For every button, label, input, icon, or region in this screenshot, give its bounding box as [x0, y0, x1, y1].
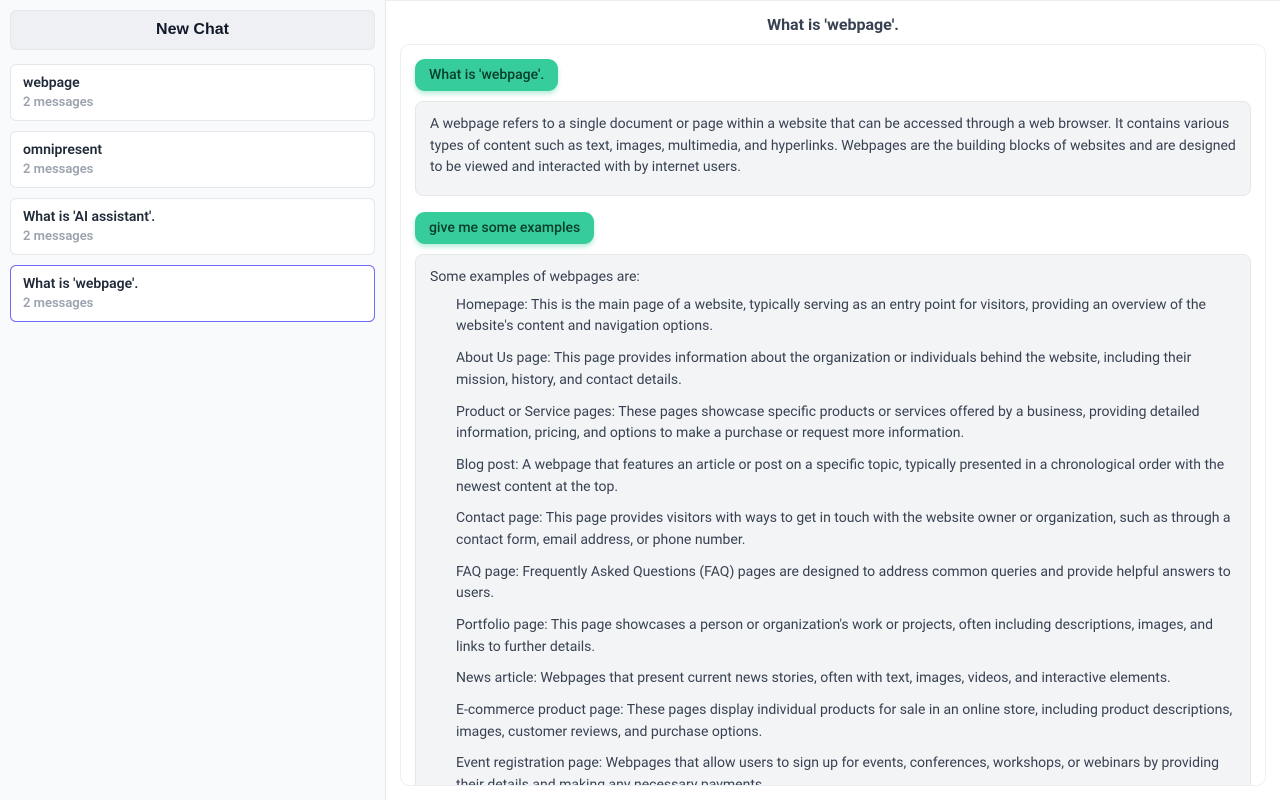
assistant-example-item: Blog post: A webpage that features an ar… — [456, 455, 1236, 498]
assistant-example-item: Product or Service pages: These pages sh… — [456, 402, 1236, 445]
assistant-example-item: News article: Webpages that present curr… — [456, 668, 1236, 690]
chat-list: webpage2 messagesomnipresent2 messagesWh… — [10, 64, 375, 322]
chat-item[interactable]: webpage 2 messages — [10, 64, 375, 121]
chat-item[interactable]: What is 'webpage'. 2 messages — [10, 265, 375, 322]
assistant-examples-list: Homepage: This is the main page of a web… — [430, 295, 1236, 786]
assistant-text-intro: Some examples of webpages are: — [430, 267, 1236, 289]
sidebar: New Chat webpage 2 messages omnipresent 2 m… — [0, 0, 386, 800]
assistant-example-item: E-commerce product page: These pages dis… — [456, 700, 1236, 743]
page-title: What is 'webpage'. — [386, 1, 1280, 44]
chat-item-sub: 2 messages — [23, 229, 362, 244]
chat-item-title: What is 'AI assistant'. — [23, 209, 362, 225]
assistant-message: A webpage refers to a single document or… — [415, 101, 1251, 196]
assistant-example-item: Event registration page: Webpages that a… — [456, 753, 1236, 786]
chat-item[interactable]: What is 'AI assistant'. 2 messages — [10, 198, 375, 255]
new-chat-button[interactable]: New Chat — [10, 10, 375, 50]
assistant-example-item: FAQ page: Frequently Asked Questions (FA… — [456, 562, 1236, 605]
assistant-text: A webpage refers to a single document or… — [430, 114, 1236, 179]
chat-item-sub: 2 messages — [23, 162, 362, 177]
chat-item-sub: 2 messages — [23, 95, 362, 110]
user-message: What is 'webpage'. — [415, 59, 558, 91]
chat-item-title: webpage — [23, 75, 362, 91]
assistant-example-item: Portfolio page: This page showcases a pe… — [456, 615, 1236, 658]
main-panel: What is 'webpage'. What is 'webpage'. A … — [386, 0, 1280, 800]
assistant-example-item: Homepage: This is the main page of a web… — [456, 295, 1236, 338]
conversation[interactable]: What is 'webpage'. A webpage refers to a… — [400, 44, 1266, 786]
assistant-example-item: About Us page: This page provides inform… — [456, 348, 1236, 391]
chat-item-title: omnipresent — [23, 142, 362, 158]
chat-item-sub: 2 messages — [23, 296, 362, 311]
assistant-example-item: Contact page: This page provides visitor… — [456, 508, 1236, 551]
assistant-message: Some examples of webpages are: Homepage:… — [415, 254, 1251, 786]
chat-item-title: What is 'webpage'. — [23, 276, 362, 292]
chat-item[interactable]: omnipresent 2 messages — [10, 131, 375, 188]
user-message: give me some examples — [415, 212, 594, 244]
